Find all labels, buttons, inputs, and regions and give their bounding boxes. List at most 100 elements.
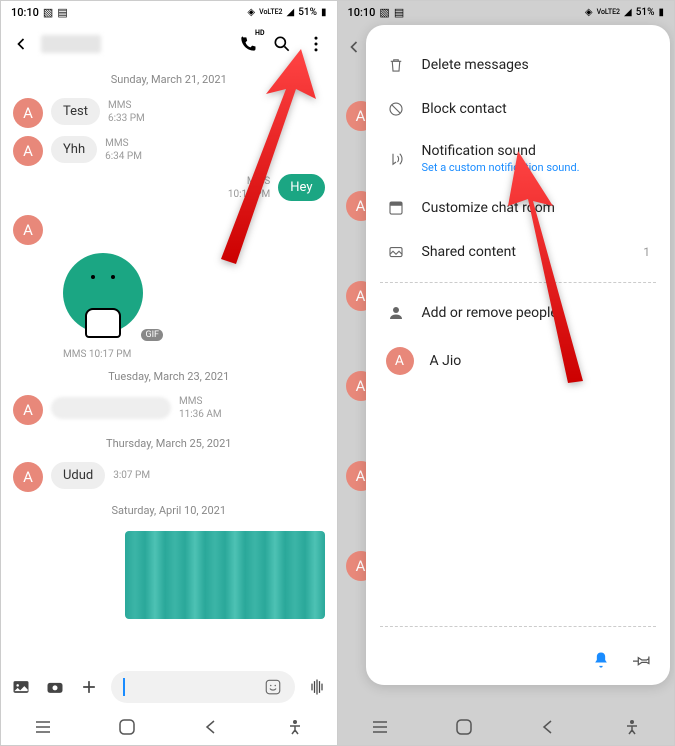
customize-icon [386, 198, 406, 218]
conversation-header: HD [1, 23, 337, 65]
block-icon [386, 99, 406, 119]
message-input[interactable] [111, 671, 295, 703]
contact-avatar: A [386, 347, 414, 375]
message-row[interactable]: A MMS 11:36 AM [1, 391, 337, 429]
avatar[interactable]: A [13, 395, 43, 425]
nav-accessibility[interactable] [283, 715, 307, 739]
message-bubble-redacted[interactable] [51, 397, 171, 419]
nav-recents[interactable] [368, 715, 392, 739]
search-button[interactable] [269, 31, 295, 57]
message-time: 3:07 PM [113, 469, 150, 482]
nav-back[interactable] [199, 715, 223, 739]
gif-bear-image [63, 253, 143, 333]
message-time: 6:34 PM [105, 150, 142, 163]
sticker-button[interactable] [261, 675, 285, 699]
date-separator: Tuesday, March 23, 2021 [1, 362, 337, 391]
conversation-menu: Delete messages Block contact Notificati… [366, 25, 671, 685]
message-type: MMS [179, 395, 222, 408]
nav-accessibility[interactable] [620, 715, 644, 739]
menu-notification-sound[interactable]: Notification sound Set a custom notifica… [380, 131, 657, 186]
menu-contact[interactable]: A A Jio [380, 335, 657, 387]
status-icon-1: ▧ [379, 6, 389, 19]
message-time: 10:17 PM [228, 188, 270, 201]
volte-label: VoLTE2 [259, 9, 282, 16]
message-bubble[interactable]: Yhh [51, 136, 97, 163]
wifi-icon: ◈ [585, 7, 593, 18]
back-button-bg [344, 37, 364, 61]
date-separator: Sunday, March 21, 2021 [1, 65, 337, 94]
screen-messages: 10:10 ▧ ▤ ◈ VoLTE2 ◢ 51% ▮ HD [1, 1, 338, 745]
contact-name[interactable] [41, 35, 101, 53]
avatar[interactable]: A [13, 98, 43, 128]
message-row[interactable]: A [1, 205, 337, 249]
battery-icon: ▮ [658, 7, 664, 18]
menu-label: Add or remove people [422, 305, 651, 321]
nav-home[interactable] [115, 715, 139, 739]
status-time: 10:10 [11, 6, 39, 19]
hd-badge: HD [255, 29, 265, 37]
camera-button[interactable] [43, 675, 67, 699]
message-bubble[interactable]: Test [51, 98, 100, 125]
nav-home[interactable] [452, 715, 476, 739]
add-button[interactable] [77, 675, 101, 699]
message-row[interactable]: A Yhh MMS 6:34 PM [1, 132, 337, 170]
message-row-sent[interactable]: MMS 10:17 PM Hey [1, 170, 337, 205]
avatar[interactable]: A [13, 215, 43, 245]
more-options-button[interactable] [303, 31, 329, 57]
avatar[interactable]: A [13, 136, 43, 166]
menu-customize[interactable]: Customize chat room [380, 186, 657, 230]
input-cursor [123, 678, 125, 696]
battery-icon: ▮ [321, 7, 327, 18]
volte-label: VoLTE2 [597, 9, 620, 16]
menu-shared-content[interactable]: Shared content 1 [380, 230, 657, 274]
gif-meta: MMS 10:17 PM [51, 347, 337, 362]
person-icon [386, 303, 406, 323]
status-bar: 10:10 ▧ ▤ ◈ VoLTE2 ◢ 51% ▮ [338, 1, 675, 23]
menu-label: Delete messages [422, 57, 651, 73]
menu-label: Customize chat room [422, 200, 651, 216]
status-time: 10:10 [348, 6, 376, 19]
menu-label: Shared content [422, 244, 628, 260]
signal-icon: ◢ [624, 7, 632, 18]
nav-bar [1, 709, 337, 745]
message-bubble[interactable]: Udud [51, 462, 105, 489]
date-separator: Thursday, March 25, 2021 [1, 429, 337, 458]
media-message-redacted[interactable] [125, 531, 325, 619]
message-bubble-sent[interactable]: Hey [278, 174, 324, 201]
message-time: 6:33 PM [108, 112, 145, 125]
message-type: MMS [105, 137, 142, 150]
nav-back[interactable] [536, 715, 560, 739]
menu-label: Notification sound [422, 143, 651, 159]
back-button[interactable] [9, 32, 33, 56]
message-time: 11:36 AM [179, 408, 222, 421]
call-button[interactable]: HD [235, 31, 261, 57]
trash-icon [386, 55, 406, 75]
nav-recents[interactable] [31, 715, 55, 739]
gif-message[interactable]: GIF [51, 249, 337, 347]
message-type: MMS [228, 175, 270, 188]
status-icon-1: ▧ [43, 6, 53, 19]
screen-menu: 10:10 ▧ ▤ ◈ VoLTE2 ◢ 51% ▮ A A A A A A [338, 1, 675, 745]
message-row[interactable]: A Test MMS 6:33 PM [1, 94, 337, 132]
bell-button[interactable] [590, 649, 612, 671]
shared-count: 1 [643, 245, 650, 259]
voice-button[interactable] [305, 675, 329, 699]
shared-icon [386, 242, 406, 262]
sound-icon [386, 149, 406, 169]
menu-divider [380, 626, 657, 627]
signal-icon: ◢ [287, 7, 295, 18]
status-icon-2: ▤ [394, 6, 404, 19]
avatar[interactable]: A [13, 462, 43, 492]
menu-divider [380, 282, 657, 283]
status-icon-2: ▤ [57, 6, 67, 19]
gif-badge: GIF [141, 329, 163, 341]
message-row[interactable]: A Udud 3:07 PM [1, 458, 337, 496]
gallery-button[interactable] [9, 675, 33, 699]
wifi-icon: ◈ [247, 7, 255, 18]
menu-add-people[interactable]: Add or remove people [380, 291, 657, 335]
pin-button[interactable] [632, 649, 654, 671]
menu-delete[interactable]: Delete messages [380, 43, 657, 87]
date-separator: Saturday, April 10, 2021 [1, 496, 337, 525]
nav-bar [338, 709, 675, 745]
menu-block[interactable]: Block contact [380, 87, 657, 131]
